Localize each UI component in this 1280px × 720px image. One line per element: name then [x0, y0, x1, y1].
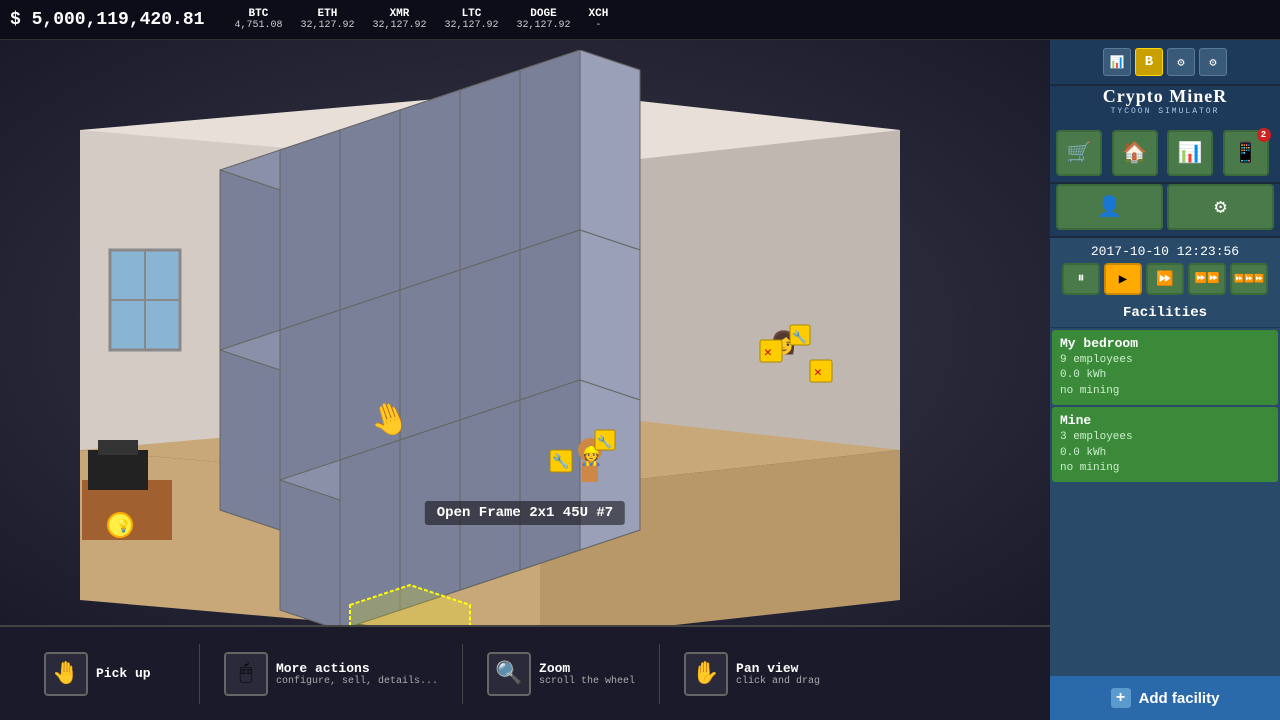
facility-bedroom-name: My bedroom [1060, 336, 1270, 351]
crypto-doge: DOGE32,127.92 [517, 8, 571, 31]
crypto-xch: XCH- [589, 8, 609, 31]
more-actions-text: More actions configure, sell, details... [276, 661, 438, 687]
facilities-list: My bedroom 9 employees 0.0 kWh no mining… [1050, 328, 1280, 676]
facility-mine-mining: no mining [1060, 461, 1270, 476]
add-facility-button[interactable]: + Add facility [1050, 676, 1280, 720]
faster-button[interactable]: ⏩⏩ [1188, 263, 1226, 295]
svg-text:🔧: 🔧 [552, 452, 569, 471]
pickup-label: Pick up [96, 666, 151, 681]
pickup-action[interactable]: 🤚 Pick up [20, 644, 200, 704]
main-container: 💡 [0, 40, 1280, 720]
facility-mine-power: 0.0 kWh [1060, 446, 1270, 461]
svg-text:✕: ✕ [764, 345, 772, 360]
logo-area: 📊 B ⚙ ⚙ [1050, 40, 1280, 86]
stats-button[interactable]: 📊 [1167, 130, 1213, 176]
zoom-text: Zoom scroll the wheel [539, 661, 635, 687]
pan-icon-box: ✋ [684, 652, 728, 696]
pan-desc: click and drag [736, 676, 820, 687]
top-bar: $ 5,000,119,420.81 BTC4,751.08 ETH32,127.… [0, 0, 1280, 40]
plus-icon: + [1111, 688, 1131, 708]
zoom-label: Zoom [539, 661, 635, 676]
fast-button[interactable]: ⏩ [1146, 263, 1184, 295]
zoom-desc: scroll the wheel [539, 676, 635, 687]
facility-bedroom-power: 0.0 kWh [1060, 368, 1270, 383]
facility-bedroom-employees: 9 employees [1060, 353, 1270, 368]
pickup-text: Pick up [96, 666, 151, 681]
settings-button[interactable]: ⚙ [1167, 184, 1274, 230]
people-button[interactable]: 👤 [1056, 184, 1163, 230]
more-actions-label: More actions [276, 661, 438, 676]
monitor-screen [98, 440, 138, 455]
facility-mine[interactable]: Mine 3 employees 0.0 kWh no mining [1052, 407, 1278, 482]
balance-display: $ 5,000,119,420.81 [10, 10, 204, 30]
nav-buttons: 🛒 🏠 📊 📱 2 [1050, 124, 1280, 184]
svg-text:✕: ✕ [814, 365, 822, 380]
bottom-hud: 🤚 Pick up 🖱 More actions configure, sell… [0, 625, 1050, 720]
bitcoin-icon: B [1135, 48, 1163, 76]
facilities-header: Facilities [1050, 301, 1280, 328]
bar-chart-icon: 📊 [1103, 48, 1131, 76]
crypto-eth: ETH32,127.92 [300, 8, 354, 31]
play-button[interactable]: ▶ [1104, 263, 1142, 295]
gear1-icon: ⚙ [1167, 48, 1195, 76]
game-area: 💡 [0, 40, 1050, 720]
facility-my-bedroom[interactable]: My bedroom 9 employees 0.0 kWh no mining [1052, 330, 1278, 405]
facility-bedroom-mining: no mining [1060, 384, 1270, 399]
facility-mine-name: Mine [1060, 413, 1270, 428]
selected-item-label: Open Frame 2x1 45U #7 [425, 501, 625, 525]
room-svg: 💡 [20, 50, 1040, 625]
warehouse-button[interactable]: 🏠 [1112, 130, 1158, 176]
pickup-icon: 🤚 [52, 661, 79, 687]
logo-icons: 📊 B ⚙ ⚙ [1103, 48, 1227, 76]
add-facility-label: Add facility [1139, 690, 1220, 707]
gear2-icon: ⚙ [1199, 48, 1227, 76]
more-actions-desc: configure, sell, details... [276, 676, 438, 687]
speed-controls: ⏸ ▶ ⏩ ⏩⏩ ⏩⏩⏩ [1050, 263, 1280, 301]
mobile-button[interactable]: 📱 2 [1223, 130, 1269, 176]
logo-title: Crypto MineR [1050, 86, 1280, 107]
pan-text: Pan view click and drag [736, 661, 820, 687]
zoom-icon: 🔍 [495, 661, 522, 687]
nav-row2: 👤 ⚙ [1050, 184, 1280, 238]
pan-icon: ✋ [692, 661, 719, 687]
zoom-icon-box: 🔍 [487, 652, 531, 696]
crypto-list: BTC4,751.08 ETH32,127.92 XMR32,127.92 LTC32… [234, 8, 608, 31]
more-actions-icon: 🖱 [239, 661, 252, 686]
logo-subtitle: TYCOON SIMULATOR [1050, 107, 1280, 116]
right-panel: 📊 B ⚙ ⚙ Crypto MineR TYCOON SIMULATOR 🛒 … [1050, 40, 1280, 720]
crypto-ltc: LTC32,127.92 [444, 8, 498, 31]
isometric-view[interactable]: 💡 [0, 40, 1050, 625]
pan-action: ✋ Pan view click and drag [660, 644, 844, 704]
datetime-display: 2017-10-10 12:23:56 [1050, 238, 1280, 263]
fastest-button[interactable]: ⏩⏩⏩ [1230, 263, 1268, 295]
monitor [88, 450, 148, 490]
more-actions-action[interactable]: 🖱 More actions configure, sell, details.… [200, 644, 463, 704]
pan-label: Pan view [736, 661, 820, 676]
crypto-xmr: XMR32,127.92 [372, 8, 426, 31]
pause-button[interactable]: ⏸ [1062, 263, 1100, 295]
shop-button[interactable]: 🛒 [1056, 130, 1102, 176]
svg-text:🔧: 🔧 [597, 434, 612, 450]
crypto-btc: BTC4,751.08 [234, 8, 282, 31]
pickup-icon-box: 🤚 [44, 652, 88, 696]
svg-text:💡: 💡 [116, 519, 131, 534]
more-actions-icon-box: 🖱 [224, 652, 268, 696]
facility-mine-employees: 3 employees [1060, 430, 1270, 445]
zoom-action: 🔍 Zoom scroll the wheel [463, 644, 660, 704]
svg-text:🔧: 🔧 [792, 329, 807, 345]
mobile-badge: 2 [1257, 128, 1271, 142]
logo-text-area: Crypto MineR TYCOON SIMULATOR [1050, 86, 1280, 124]
